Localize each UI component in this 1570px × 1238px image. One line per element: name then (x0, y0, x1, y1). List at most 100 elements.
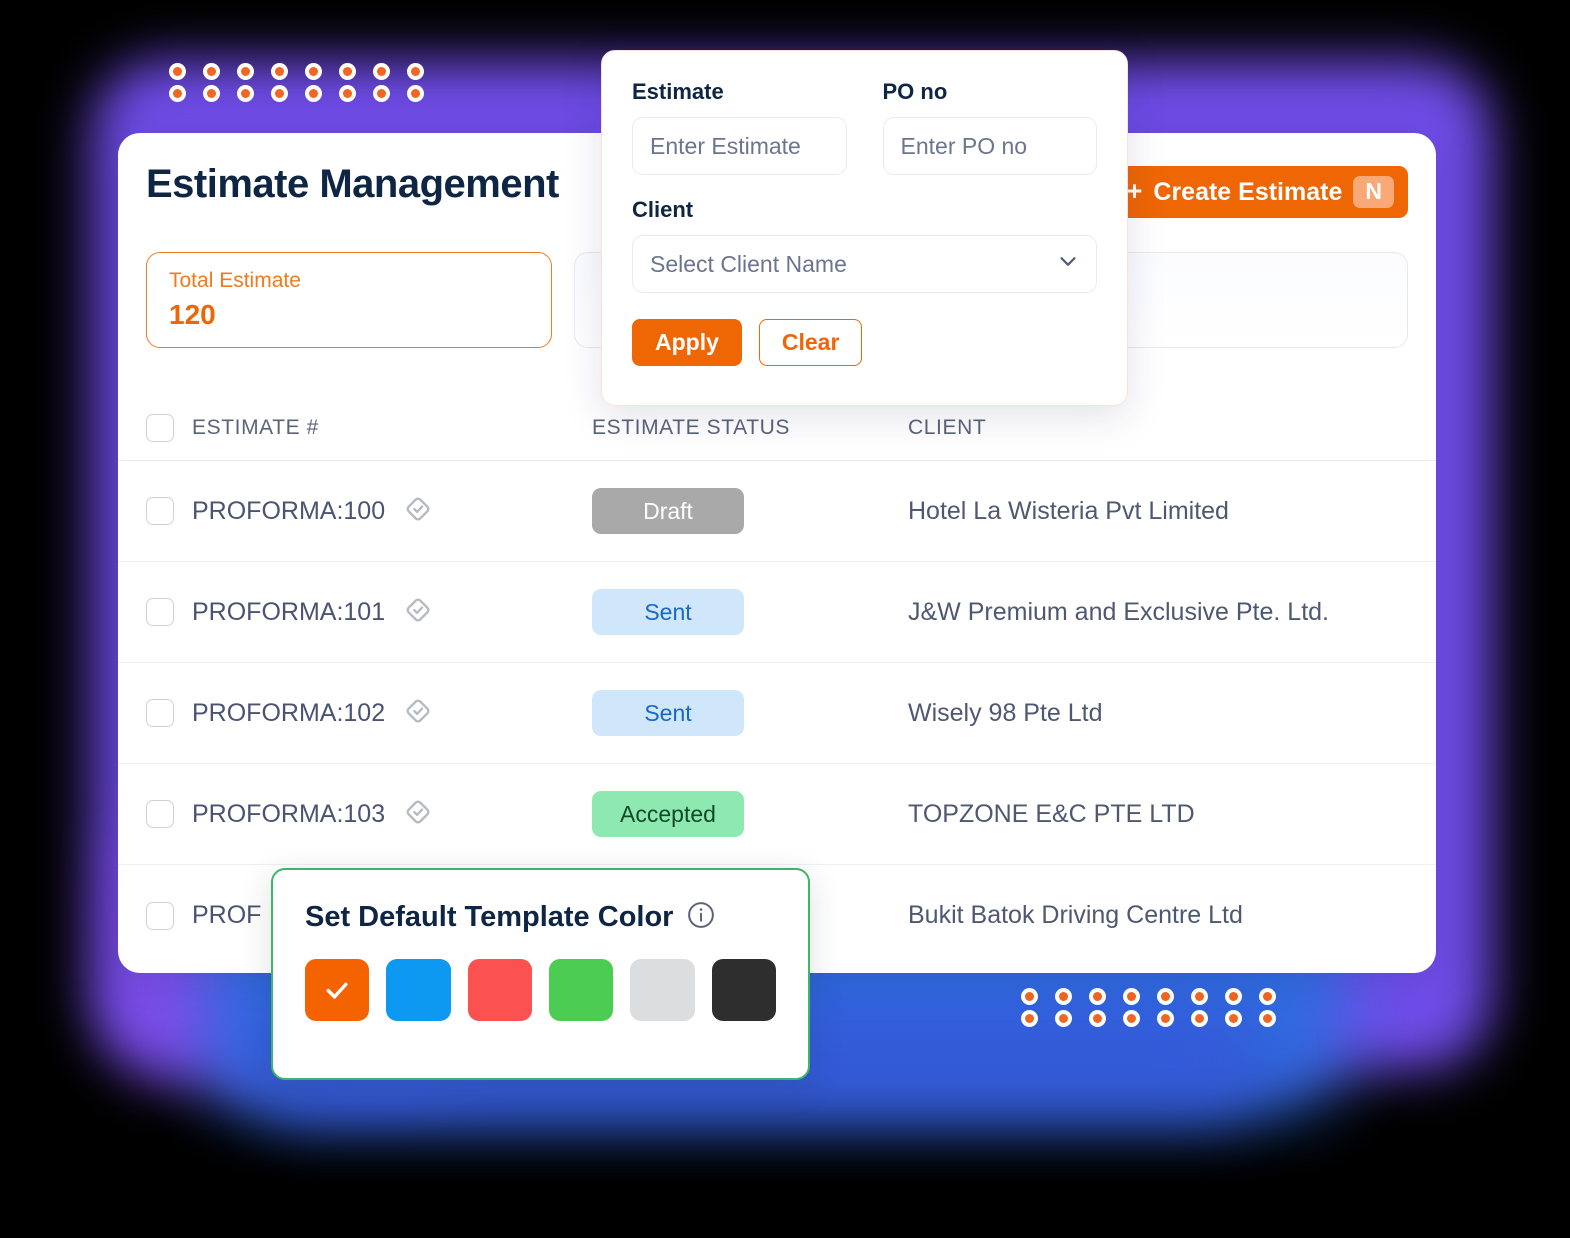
select-all-cell (146, 413, 192, 442)
column-header-estimate-number[interactable]: ESTIMATE # (192, 416, 592, 440)
select-all-checkbox[interactable] (146, 413, 174, 442)
create-estimate-button[interactable]: + Create Estimate N (1104, 166, 1408, 218)
decorative-dot (1224, 1009, 1242, 1027)
row-checkbox[interactable] (146, 800, 174, 828)
color-swatch-blue[interactable] (386, 959, 451, 1021)
color-swatch-orange[interactable] (305, 959, 370, 1021)
client-name-cell: TOPZONE E&C PTE LTD (908, 799, 1195, 828)
decorative-dot (1156, 1009, 1174, 1027)
filter-top-fields: Estimate PO no (632, 79, 1097, 175)
estimate-number-cell: PROFORMA:102 (192, 696, 592, 731)
row-checkbox[interactable] (146, 699, 174, 727)
decorative-dot (338, 62, 356, 80)
estimate-number-cell: PROFORMA:101 (192, 595, 592, 630)
client-select-wrapper (632, 235, 1097, 293)
row-checkbox[interactable] (146, 497, 174, 525)
stat-value: 120 (169, 299, 216, 330)
estimate-number-cell: PROFORMA:103 (192, 797, 592, 832)
table-row[interactable]: PROFORMA:100 Draft Hotel La Wisteria Pvt… (118, 461, 1436, 562)
estimate-number-label: PROFORMA:103 (192, 799, 386, 828)
client-name-cell: Bukit Batok Driving Centre Ltd (908, 901, 1243, 929)
estimate-status-cell: Sent (592, 690, 908, 736)
diamond-check-icon[interactable] (403, 797, 433, 832)
po-no-field-label: PO no (882, 79, 948, 104)
row-checkbox[interactable] (146, 901, 174, 930)
color-swatch-red[interactable] (467, 959, 532, 1021)
estimate-number-label: PROFORMA:101 (192, 597, 386, 626)
decorative-dot (270, 62, 288, 80)
diamond-check-icon[interactable] (403, 696, 433, 731)
page-title: Estimate Management (146, 162, 559, 206)
client-name-cell: Hotel La Wisteria Pvt Limited (908, 496, 1229, 525)
decorative-dot (1020, 1009, 1038, 1027)
decorative-dot (372, 62, 390, 80)
decorative-dot (1258, 987, 1276, 1005)
diamond-check-icon[interactable] (403, 595, 433, 630)
row-select-cell (146, 598, 192, 626)
filter-popup: Estimate PO no Client Apply Clear (601, 50, 1128, 406)
po-no-input[interactable] (882, 117, 1097, 175)
diamond-check-icon[interactable] (403, 494, 433, 529)
keyboard-shortcut-badge: N (1353, 175, 1394, 209)
decorative-dot (168, 84, 186, 102)
estimate-status-cell: Accepted (592, 791, 908, 837)
estimate-number-label: PROFORMA:100 (192, 496, 386, 525)
decorative-dot (338, 84, 356, 102)
row-select-cell (146, 800, 192, 828)
column-header-estimate-status[interactable]: ESTIMATE STATUS (592, 416, 908, 440)
decorative-dot (1088, 987, 1106, 1005)
decorative-dot (1190, 987, 1208, 1005)
decorative-dot (1088, 1009, 1106, 1027)
decorative-dot (168, 62, 186, 80)
client-field-label: Client (632, 197, 694, 222)
row-select-cell (146, 497, 192, 525)
decorative-dot (406, 62, 424, 80)
stat-card-total-estimate[interactable]: Total Estimate 120 (146, 252, 552, 348)
decorative-dot (202, 62, 220, 80)
estimate-number-cell: PROFORMA:100 (192, 494, 592, 529)
table-row[interactable]: PROFORMA:101 Sent J&W Premium and Exclus… (118, 562, 1436, 663)
status-badge: Accepted (592, 791, 744, 837)
table-row[interactable]: PROFORMA:102 Sent Wisely 98 Pte Ltd (118, 663, 1436, 764)
info-icon[interactable] (686, 900, 716, 935)
color-swatch-dark[interactable] (711, 959, 776, 1021)
decorative-dot (406, 84, 424, 102)
color-swatch-green[interactable] (548, 959, 614, 1021)
row-checkbox[interactable] (146, 598, 174, 626)
row-select-cell (146, 901, 192, 930)
decorative-dot (270, 84, 288, 102)
decorative-dot (1258, 1009, 1276, 1027)
client-name-cell: Wisely 98 Pte Ltd (908, 698, 1103, 727)
decorative-dot (1054, 987, 1072, 1005)
estimate-number-label: PROF (192, 901, 262, 929)
decorative-dot (1224, 987, 1242, 1005)
set-default-template-color-modal: Set Default Template Color (271, 868, 810, 1080)
decorative-dot (202, 84, 220, 102)
row-select-cell (146, 699, 192, 727)
clear-button[interactable]: Clear (758, 319, 863, 366)
plus-icon: + (1126, 175, 1143, 206)
filter-field-estimate: Estimate (632, 79, 847, 175)
filter-actions: Apply Clear (632, 319, 1097, 366)
estimate-status-cell: Sent (592, 589, 908, 635)
color-modal-title: Set Default Template Color (305, 901, 674, 933)
estimate-input[interactable] (632, 117, 847, 175)
client-select-input[interactable] (632, 235, 1097, 293)
apply-button[interactable]: Apply (632, 319, 742, 366)
color-swatch-light-gray[interactable] (630, 959, 695, 1021)
decorative-dot (304, 84, 322, 102)
create-estimate-label: Create Estimate (1153, 177, 1343, 206)
status-badge: Sent (592, 589, 744, 635)
status-badge: Sent (592, 690, 744, 736)
stat-label: Total Estimate (169, 269, 301, 292)
column-header-client[interactable]: CLIENT (908, 416, 1408, 440)
decorative-dot (1190, 1009, 1208, 1027)
decorative-dot (372, 84, 390, 102)
estimate-status-cell: Draft (592, 488, 908, 534)
decorative-dot (236, 84, 254, 102)
decorative-dot (1054, 1009, 1072, 1027)
filter-field-po-no: PO no (882, 79, 1097, 175)
color-modal-title-row: Set Default Template Color (305, 900, 776, 935)
decorative-dot (1020, 987, 1038, 1005)
table-row[interactable]: PROFORMA:103 Accepted TOPZONE E&C PTE LT… (118, 764, 1436, 865)
